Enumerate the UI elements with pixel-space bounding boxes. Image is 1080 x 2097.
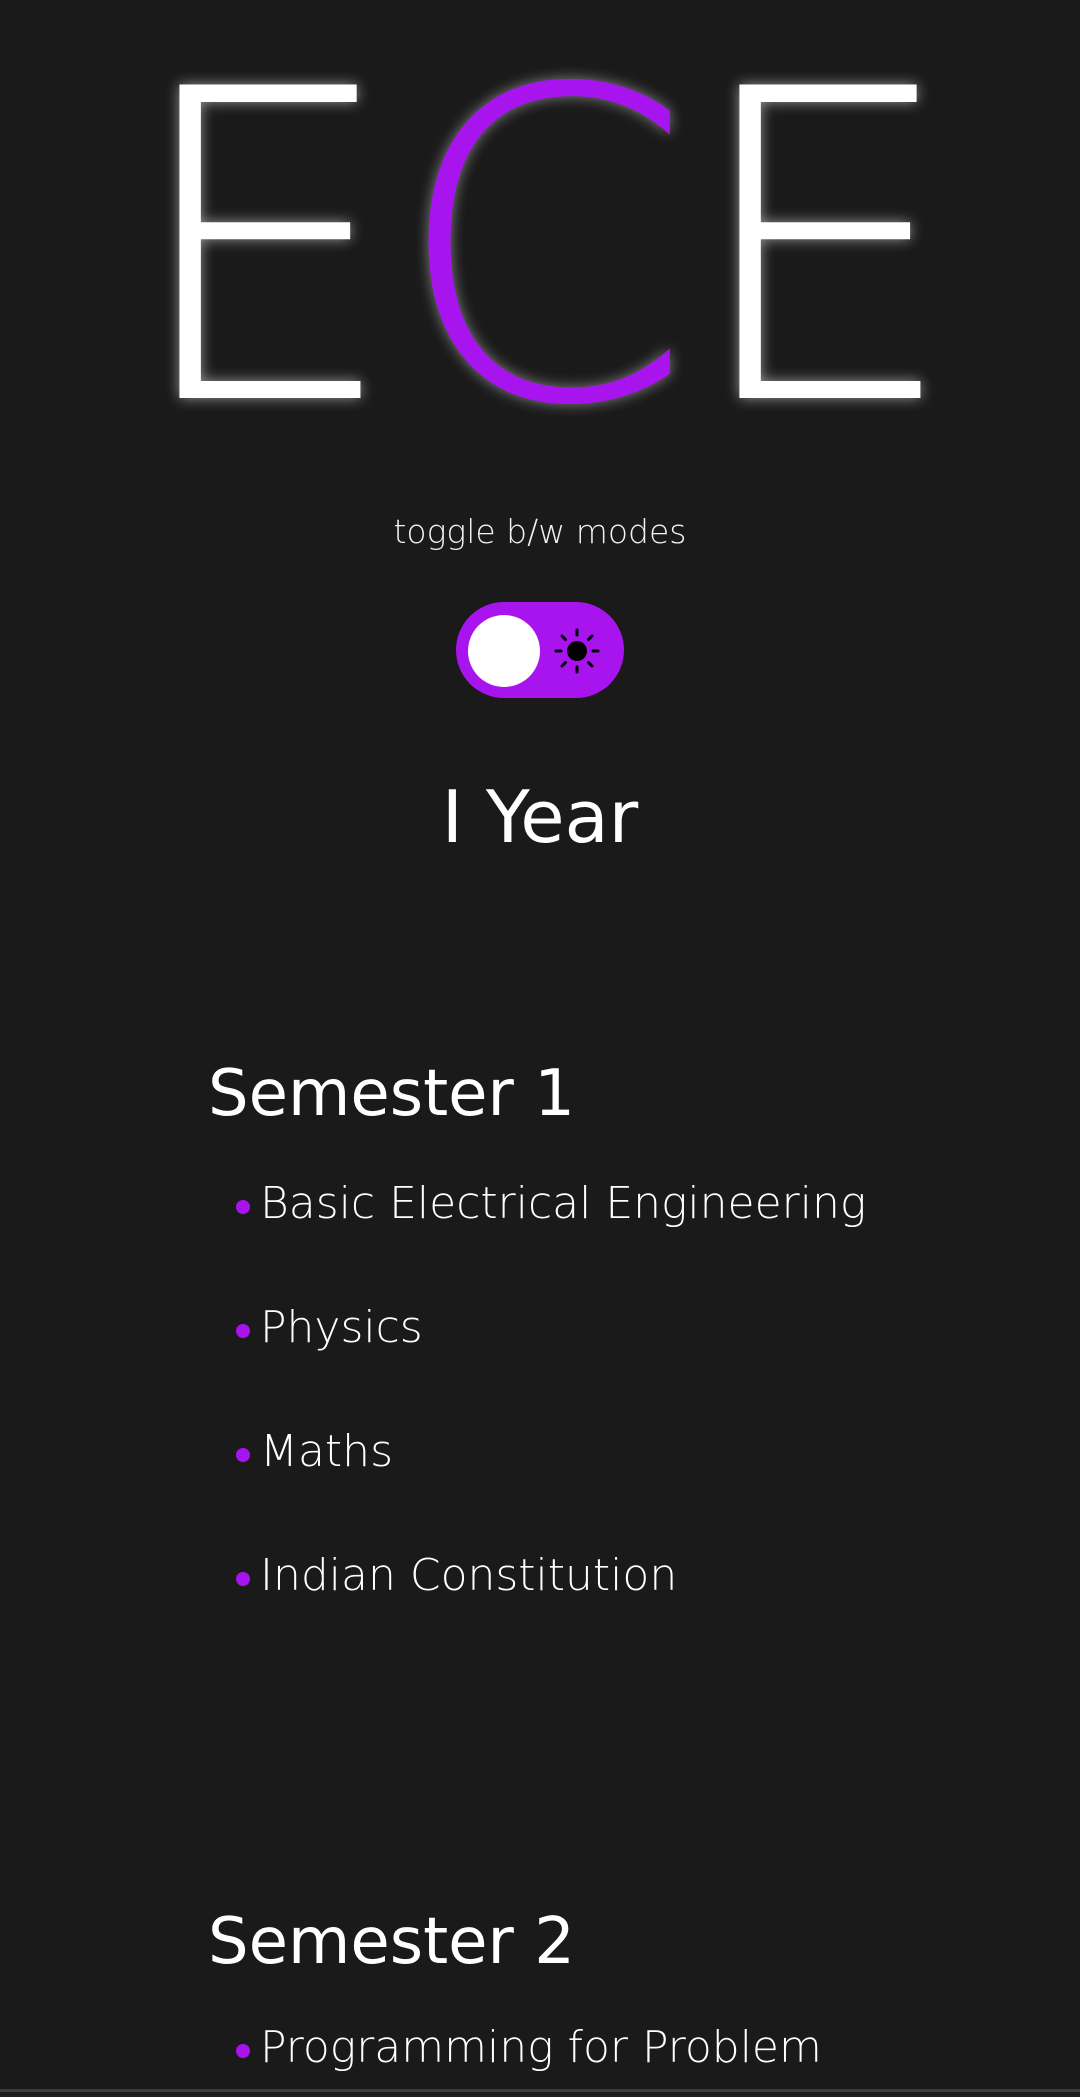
year-title: I Year [441, 775, 639, 859]
semester-title: Semester 1 [208, 1057, 575, 1131]
subject-list: Basic Electrical Engineering Physics Mat… [208, 1176, 866, 1604]
hero-letter-e: E [127, 0, 399, 500]
semester-section: Semester 2 Programming for Problem [208, 1902, 822, 2076]
sun-icon [554, 628, 600, 674]
subject-label: Basic Electrical Engineering [260, 1178, 867, 1229]
subject-label: Programming for Problem [260, 2022, 822, 2073]
subject-item[interactable]: Basic Electrical Engineering [208, 1176, 866, 1232]
bullet-icon [236, 1200, 250, 1214]
toggle-caption: toggle b/w modes [393, 512, 687, 551]
bullet-icon [236, 2044, 250, 2058]
semester-title: Semester 2 [208, 1905, 575, 1979]
subject-item[interactable]: Physics [208, 1300, 866, 1356]
subject-list: Programming for Problem [208, 2020, 822, 2076]
semester-section: Semester 1 Basic Electrical Engineering … [208, 1054, 866, 1672]
subject-item[interactable]: Programming for Problem [208, 2020, 822, 2076]
divider [0, 2089, 1080, 2092]
bullet-icon [236, 1324, 250, 1338]
hero-letter-e: E [687, 0, 959, 500]
subject-label: Maths [260, 1426, 393, 1477]
bullet-icon [236, 1448, 250, 1462]
page: ECE toggle b/w modes I Year Semester 1 B… [0, 0, 1080, 2097]
subject-item[interactable]: Maths [208, 1424, 866, 1480]
hero-letter-c: C [392, 0, 693, 500]
subject-item[interactable]: Indian Constitution [208, 1548, 866, 1604]
theme-toggle-switch[interactable] [456, 602, 624, 698]
hero-title: ECE [0, 0, 1080, 500]
subject-label: Indian Constitution [260, 1550, 678, 1601]
subject-label: Physics [260, 1302, 423, 1353]
bullet-icon [236, 1572, 250, 1586]
toggle-knob [468, 615, 540, 687]
